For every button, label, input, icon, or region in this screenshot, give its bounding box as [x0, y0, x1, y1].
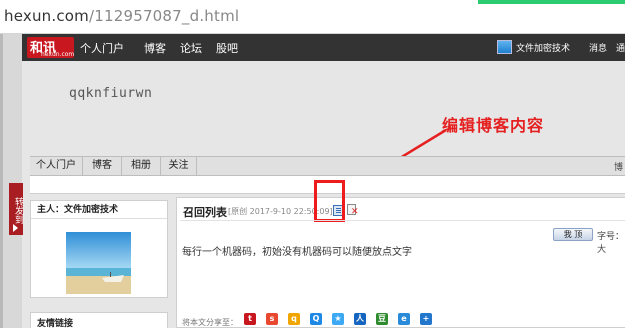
- owner-panel: 主人：文件加密技术: [30, 200, 168, 298]
- nav-item-forum[interactable]: 论坛: [180, 40, 202, 56]
- share-to-label: 转发到: [13, 197, 23, 224]
- share-to-tab[interactable]: 转发到: [9, 183, 23, 235]
- email-share-icon[interactable]: e: [398, 313, 410, 325]
- tencent-share-icon[interactable]: q: [288, 313, 300, 325]
- post-content: 每行一个机器码，初始没有机器码可以随便放点文字: [182, 247, 412, 258]
- friend-links-label: 友情链接: [37, 319, 74, 328]
- renren-share-icon[interactable]: 人: [354, 313, 366, 325]
- browser-address-bar[interactable]: hexun.com/112957087_d.html: [0, 0, 625, 34]
- annotation-highlight-box: [314, 180, 345, 222]
- browser-tab-indicator: [478, 0, 625, 4]
- more-link[interactable]: 通: [616, 41, 625, 54]
- tab-album[interactable]: 相册: [122, 157, 161, 175]
- blog-tab-bar: 个人门户 博客 相册 关注: [30, 156, 625, 176]
- like-button[interactable]: 我 顶: [553, 228, 593, 241]
- site-top-nav: 和讯 hexun.com 个人门户 博客 论坛 股吧 文件加密技术 消息 通: [22, 34, 625, 61]
- blog-header: [30, 61, 625, 156]
- tab-portal[interactable]: 个人门户: [30, 157, 83, 175]
- left-margin-edge: [0, 34, 3, 328]
- tab-blog[interactable]: 博客: [83, 157, 122, 175]
- delete-x-mark: ✕: [351, 207, 359, 217]
- tab-follow[interactable]: 关注: [161, 157, 197, 175]
- post-title[interactable]: 召回列表: [183, 204, 227, 220]
- font-size-control[interactable]: 字号：大: [597, 229, 625, 255]
- user-name-link[interactable]: 文件加密技术: [516, 41, 570, 54]
- nav-item-stock-bar[interactable]: 股吧: [216, 40, 238, 56]
- triangle-right-icon: [13, 224, 18, 232]
- left-margin: [0, 34, 22, 328]
- hexun-share-icon[interactable]: t: [244, 313, 256, 325]
- delete-post-icon[interactable]: ✕: [347, 204, 359, 217]
- friend-links-panel: 友情链接: [30, 312, 168, 328]
- messages-link[interactable]: 消息: [589, 41, 607, 54]
- sina-share-icon[interactable]: s: [266, 313, 278, 325]
- share-label: 将本文分享至：: [182, 318, 238, 327]
- hexun-logo[interactable]: 和讯 hexun.com: [27, 37, 74, 58]
- owner-label: 主人：文件加密技术: [31, 201, 167, 219]
- qq-zone-share-icon[interactable]: Q: [310, 313, 322, 325]
- annotation-label: 编辑博客内容: [442, 116, 545, 135]
- logo-subtext: hexun.com: [41, 51, 75, 58]
- user-avatar-icon[interactable]: [497, 40, 512, 54]
- post-title-divider: [180, 220, 625, 221]
- url-text[interactable]: hexun.com/112957087_d.html: [4, 7, 239, 25]
- blog-title[interactable]: qqknfiurwn: [69, 86, 152, 101]
- douban-share-icon[interactable]: 豆: [376, 313, 388, 325]
- star-share-icon[interactable]: ★: [332, 313, 344, 325]
- nav-item-portal[interactable]: 个人门户: [80, 40, 124, 56]
- beach-boat-image: [66, 232, 131, 294]
- plus-share-icon[interactable]: +: [420, 313, 432, 325]
- owner-avatar[interactable]: [66, 232, 131, 294]
- tab-bar-right-link[interactable]: 博: [614, 160, 623, 173]
- nav-item-blog[interactable]: 博客: [144, 40, 166, 56]
